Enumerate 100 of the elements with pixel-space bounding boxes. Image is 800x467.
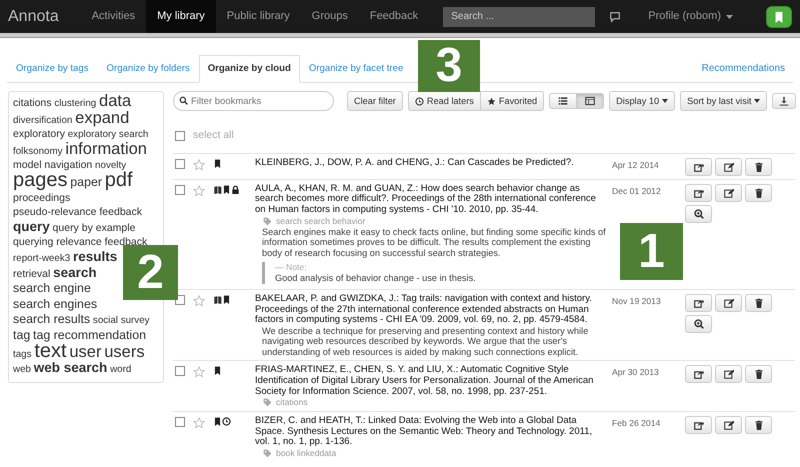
citation-text[interactable]: BAKELAAR, P. and GWIZDKA, J.: Tag trails: navigation with context and history. Proceedings of the 27th international conference extended abstracts on Human factors in computing systems - CHI EA '09. 2009, vol. 69, no. 2, pp. 4579-4584. bbox=[255, 294, 607, 326]
star-icon[interactable] bbox=[193, 184, 205, 197]
select-all-label: select all bbox=[193, 128, 234, 143]
delete-button[interactable] bbox=[745, 158, 772, 176]
cloud-tag[interactable]: proceedings bbox=[13, 192, 70, 204]
profile-menu[interactable]: Profile (robom) bbox=[637, 0, 744, 33]
nav-link[interactable]: Groups bbox=[300, 0, 359, 33]
checkbox[interactable] bbox=[175, 366, 185, 376]
cloud-tag[interactable]: report-week3 bbox=[13, 252, 70, 264]
nav-link[interactable]: Public library bbox=[216, 0, 301, 33]
nav-link[interactable]: Activities bbox=[80, 0, 146, 33]
nav-link[interactable]: My library bbox=[146, 0, 216, 33]
star-icon[interactable] bbox=[193, 366, 205, 378]
edit-icon bbox=[724, 369, 734, 380]
cloud-tag[interactable]: results bbox=[72, 248, 118, 264]
cloud-tag[interactable]: diversification bbox=[13, 114, 72, 126]
cloud-tag[interactable]: exploratory bbox=[13, 128, 65, 140]
edit-button[interactable] bbox=[715, 365, 742, 384]
star-icon[interactable] bbox=[193, 417, 205, 430]
star-icon[interactable] bbox=[193, 294, 205, 307]
cloud-tag[interactable]: search results bbox=[13, 312, 90, 326]
chat-icon[interactable] bbox=[609, 10, 622, 22]
tag-icon bbox=[263, 398, 272, 408]
share-button[interactable] bbox=[685, 158, 712, 176]
brand-logo[interactable]: Annota bbox=[8, 4, 59, 28]
share-icon bbox=[694, 188, 704, 198]
cloud-tag[interactable]: retrieval bbox=[13, 268, 50, 280]
tab[interactable]: Organize by folders bbox=[98, 54, 199, 83]
cloud-tag[interactable]: pseudo-relevance feedback bbox=[13, 206, 142, 218]
delete-button[interactable] bbox=[745, 365, 772, 384]
cloud-tag[interactable]: tag bbox=[13, 328, 30, 342]
share-button[interactable] bbox=[685, 294, 712, 312]
share-button[interactable] bbox=[685, 416, 712, 434]
cloud-tag[interactable]: expand bbox=[75, 108, 130, 127]
nav-link[interactable]: Feedback bbox=[358, 0, 430, 33]
date-text: Dec 01 2012 bbox=[612, 186, 661, 196]
cloud-tag[interactable]: tag recommendation bbox=[33, 328, 146, 342]
cloud-tag[interactable]: web bbox=[13, 364, 31, 376]
cloud-tag[interactable]: folksonomy bbox=[13, 146, 63, 157]
display-dropdown[interactable]: Display 10 bbox=[609, 91, 676, 111]
abstract-text: Search engines make it easy to check facts online, but finding some specific kinds of information sometimes proves to be difficult. The results complement the existing body of research focusing on successful search strategies. bbox=[261, 226, 607, 258]
zoom-button[interactable] bbox=[685, 204, 712, 223]
citation-text[interactable]: FRIAS-MARTINEZ, E., CHEN, S. Y. and LIU, X.: Automatic Cognitive Style Identification of Digital Library Users for Personalization. Journal of the American Society for Information Science. 2007, vol. 58, no. 1998, pp. 237-251. bbox=[255, 365, 607, 398]
cloud-tag[interactable]: data bbox=[99, 92, 132, 110]
checkbox[interactable] bbox=[175, 130, 185, 141]
cloud-tag[interactable]: information bbox=[65, 140, 147, 158]
checkbox[interactable] bbox=[175, 417, 185, 428]
cloud-tag[interactable]: query by example bbox=[52, 222, 136, 234]
edit-button[interactable] bbox=[715, 184, 742, 202]
list-view-button[interactable] bbox=[549, 93, 578, 109]
citation-text[interactable]: AULA, A., KHAN, R. M. and GUAN, Z.: How does search behavior change as search becomes more difficult?. Proceedings of the 28th international conference on Human factors in computing systems - CHI '10. 2010, pp. 35-44. bbox=[255, 184, 607, 216]
filter-field[interactable]: Filter bookmarks bbox=[173, 91, 334, 111]
tab[interactable]: Organize by cloud bbox=[198, 54, 300, 83]
delete-button[interactable] bbox=[745, 294, 772, 312]
star-icon[interactable] bbox=[193, 158, 205, 171]
cloud-tag[interactable]: novelty bbox=[95, 160, 126, 172]
cloud-tag[interactable]: users bbox=[104, 342, 145, 360]
delete-button[interactable] bbox=[745, 416, 772, 434]
edit-button[interactable] bbox=[715, 294, 742, 312]
share-icon bbox=[694, 298, 704, 308]
sort-dropdown[interactable]: Sort by last visit bbox=[680, 91, 768, 111]
cloud-tag[interactable]: navigation bbox=[44, 159, 92, 172]
cloud-tag[interactable]: model bbox=[13, 159, 42, 172]
delete-button[interactable] bbox=[745, 184, 772, 202]
download-button[interactable] bbox=[772, 93, 796, 109]
cloud-tag[interactable]: search engines bbox=[13, 296, 98, 311]
cloud-tag[interactable]: user bbox=[69, 342, 102, 360]
cloud-tag[interactable]: exploratory search bbox=[68, 129, 148, 140]
cloud-tag[interactable]: paper bbox=[70, 174, 102, 189]
cloud-tag[interactable]: pdf bbox=[104, 168, 133, 191]
search-field[interactable]: Search ... bbox=[443, 6, 596, 26]
share-button[interactable] bbox=[685, 184, 712, 202]
share-icon bbox=[694, 162, 704, 172]
citation-text[interactable]: KLEINBERG, J., DOW, P. A. and CHENG, J.: Can Cascades be Predicted?. bbox=[255, 158, 607, 168]
cloud-tag[interactable]: tags bbox=[13, 348, 32, 360]
cloud-tag[interactable]: search bbox=[53, 264, 97, 280]
cloud-tag[interactable]: citations bbox=[13, 97, 52, 109]
cloud-tag[interactable]: word bbox=[110, 364, 132, 376]
bookmark-button[interactable] bbox=[766, 6, 792, 28]
cloud-tag[interactable]: social survey bbox=[92, 315, 150, 326]
read-laters-button[interactable]: Read laters bbox=[408, 91, 481, 111]
share-button[interactable] bbox=[685, 365, 712, 384]
checkbox[interactable] bbox=[175, 158, 185, 169]
recommendations-link[interactable]: Recommendations bbox=[694, 55, 793, 82]
tab[interactable]: Organize by tags bbox=[7, 54, 98, 83]
zoom-button[interactable] bbox=[685, 314, 712, 333]
tab[interactable]: Organize by facet tree bbox=[300, 54, 412, 83]
clear-filter-button[interactable]: Clear filter bbox=[347, 91, 403, 111]
edit-button[interactable] bbox=[715, 158, 742, 176]
cloud-tag[interactable]: web search bbox=[34, 360, 108, 376]
edit-button[interactable] bbox=[715, 416, 742, 434]
cloud-tag[interactable]: clustering bbox=[54, 98, 96, 109]
grid-view-button[interactable] bbox=[576, 93, 604, 109]
cloud-tag[interactable]: search engine bbox=[13, 281, 91, 296]
citation-text[interactable]: BIZER, C. and HEATH, T.: Linked Data: Evolving the Web into a Global Data Space. Synthesis Lectures on the Semantic Web: Theory and Technology. 2011, vol. 1, no. 1, pp. 1-136. bbox=[255, 416, 607, 448]
date-text: Apr 30 2013 bbox=[612, 367, 659, 378]
cloud-tag[interactable]: query bbox=[13, 218, 50, 234]
note-text: Good analysis of behavior change - use in thesis. bbox=[275, 273, 477, 284]
checkbox[interactable] bbox=[175, 184, 185, 195]
favorited-button[interactable]: Favorited bbox=[480, 91, 544, 111]
